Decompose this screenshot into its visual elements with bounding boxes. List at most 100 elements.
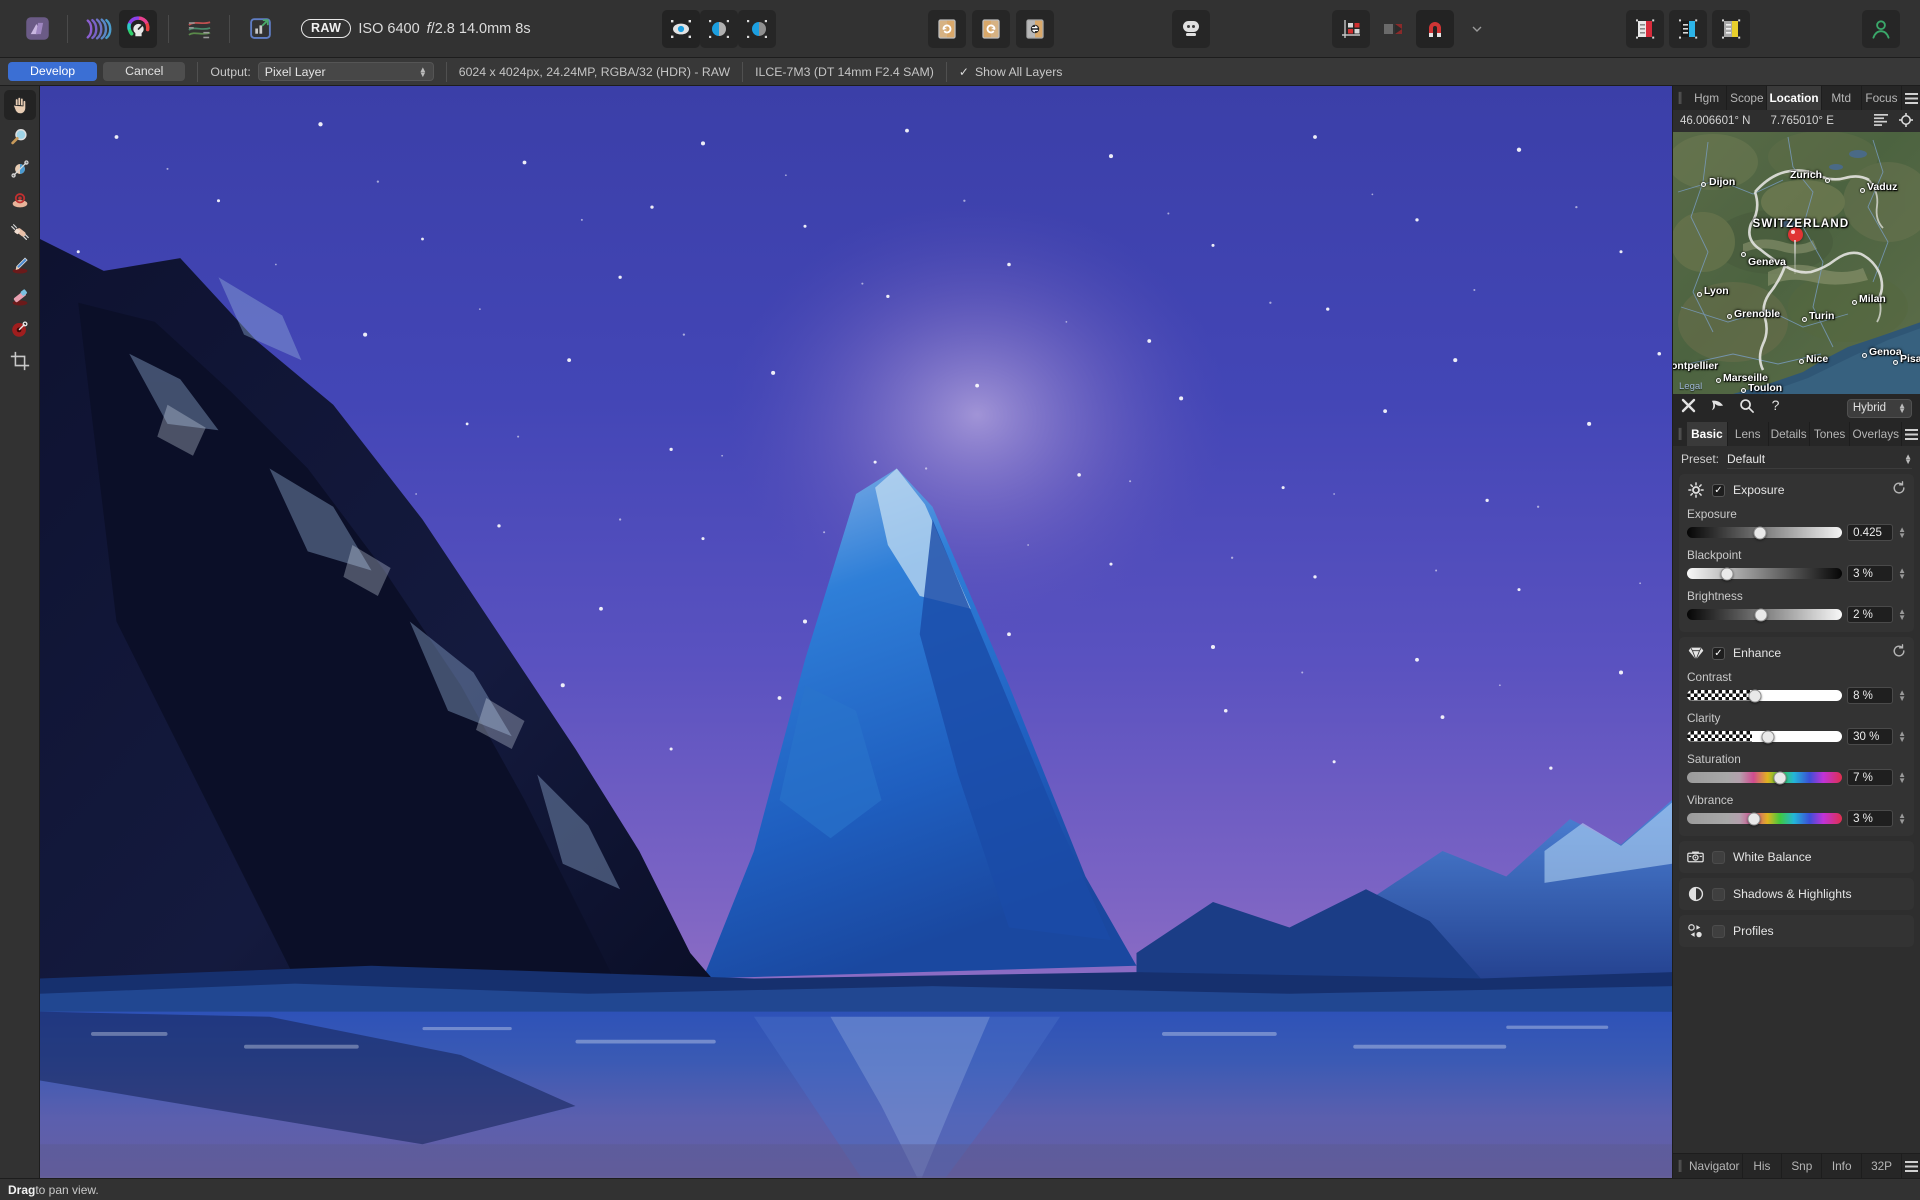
mirror-before-after-icon[interactable] bbox=[738, 10, 776, 48]
rotate-counterclockwise-icon[interactable] bbox=[972, 10, 1010, 48]
tab-lens[interactable]: Lens bbox=[1728, 422, 1769, 446]
slider-knob[interactable] bbox=[1721, 567, 1734, 580]
spinner-icon[interactable]: ▲▼ bbox=[1898, 690, 1906, 702]
location-map[interactable]: SWITZERLAND Dijon Zurich Vaduz Geneva Ly… bbox=[1673, 132, 1920, 394]
white-balance-enable-checkbox[interactable] bbox=[1712, 851, 1725, 864]
slider-knob[interactable] bbox=[1755, 608, 1768, 621]
tab-32p[interactable]: 32P bbox=[1862, 1154, 1902, 1178]
map-search-icon[interactable] bbox=[1739, 398, 1754, 418]
map-pin-tool-icon[interactable] bbox=[1710, 398, 1725, 418]
slider-knob[interactable] bbox=[1753, 526, 1766, 539]
develop-button[interactable]: Develop bbox=[8, 62, 97, 81]
shadows-highlights-enable-checkbox[interactable] bbox=[1712, 888, 1725, 901]
section-header[interactable]: ✓ Exposure bbox=[1687, 480, 1906, 500]
cancel-button[interactable]: Cancel bbox=[103, 62, 185, 81]
preset-select[interactable]: Default ▲▼ bbox=[1727, 449, 1912, 469]
slider-knob[interactable] bbox=[1774, 771, 1787, 784]
persona-tone-curve-icon[interactable] bbox=[180, 10, 218, 48]
spinner-icon[interactable]: ▲▼ bbox=[1898, 731, 1906, 743]
slider-knob[interactable] bbox=[1747, 812, 1760, 825]
exposure-enable-checkbox[interactable]: ✓ bbox=[1712, 484, 1725, 497]
rotate-clockwise-icon[interactable] bbox=[928, 10, 966, 48]
preview-eye-icon[interactable] bbox=[662, 10, 700, 48]
tab-overlays[interactable]: Overlays bbox=[1850, 422, 1902, 446]
map-legal-link[interactable]: Legal bbox=[1679, 381, 1702, 392]
output-select[interactable]: Pixel Layer ▲▼ bbox=[258, 62, 434, 81]
slider-value[interactable]: 3 % bbox=[1847, 565, 1893, 582]
tab-focus[interactable]: Focus bbox=[1862, 86, 1902, 110]
show-all-layers-checkbox[interactable]: ✓ Show All Layers bbox=[959, 65, 1063, 79]
tab-navigator[interactable]: Navigator bbox=[1687, 1154, 1743, 1178]
snapping-options-chevron-icon[interactable] bbox=[1458, 10, 1496, 48]
slider-value[interactable]: 0.425 bbox=[1847, 524, 1893, 541]
tab-tones[interactable]: Tones bbox=[1810, 422, 1851, 446]
slider-value[interactable]: 3 % bbox=[1847, 810, 1893, 827]
close-map-icon[interactable] bbox=[1681, 398, 1696, 418]
spinner-icon[interactable]: ▲▼ bbox=[1898, 813, 1906, 825]
slider-value[interactable]: 30 % bbox=[1847, 728, 1893, 745]
reset-icon[interactable] bbox=[1892, 481, 1906, 500]
tool-overlay-paint[interactable] bbox=[4, 250, 36, 280]
spinner-icon[interactable]: ▲▼ bbox=[1898, 568, 1906, 580]
slider-value[interactable]: 2 % bbox=[1847, 606, 1893, 623]
tab-hgm[interactable]: Hgm bbox=[1687, 86, 1727, 110]
tool-overlay-erase[interactable] bbox=[4, 282, 36, 312]
slider-track[interactable] bbox=[1687, 731, 1842, 742]
slider-track[interactable] bbox=[1687, 609, 1842, 620]
section-header[interactable]: ✓ Enhance bbox=[1687, 643, 1906, 663]
persona-liquify-icon[interactable] bbox=[79, 10, 117, 48]
assistant-robot-icon[interactable] bbox=[1172, 10, 1210, 48]
slider-track[interactable] bbox=[1687, 690, 1842, 701]
adjustments-list[interactable]: ✓ Exposure Exposure 0 bbox=[1673, 472, 1920, 1153]
spinner-icon[interactable]: ▲▼ bbox=[1898, 609, 1906, 621]
slider-track[interactable] bbox=[1687, 568, 1842, 579]
split-before-after-icon[interactable] bbox=[700, 10, 738, 48]
tool-white-balance[interactable] bbox=[4, 154, 36, 184]
affinity-logo-icon[interactable] bbox=[18, 10, 56, 48]
tab-info[interactable]: Info bbox=[1822, 1154, 1862, 1178]
slider-track[interactable] bbox=[1687, 772, 1842, 783]
persona-develop-icon[interactable] bbox=[119, 10, 157, 48]
tool-zoom[interactable] bbox=[4, 122, 36, 152]
flip-horizontal-icon[interactable] bbox=[1016, 10, 1054, 48]
tool-crop[interactable] bbox=[4, 346, 36, 376]
panel-grip-icon[interactable]: ║ bbox=[1673, 86, 1687, 110]
grid-snapping-icon[interactable] bbox=[1332, 10, 1370, 48]
locate-target-icon[interactable] bbox=[1899, 113, 1913, 130]
enhance-enable-checkbox[interactable]: ✓ bbox=[1712, 647, 1725, 660]
spinner-icon[interactable]: ▲▼ bbox=[1898, 527, 1906, 539]
panel-grip-icon[interactable]: ║ bbox=[1673, 422, 1687, 446]
tab-location[interactable]: Location bbox=[1767, 86, 1821, 110]
profiles-enable-checkbox[interactable] bbox=[1712, 925, 1725, 938]
slider-value[interactable]: 7 % bbox=[1847, 769, 1893, 786]
panel-menu-icon[interactable] bbox=[1902, 86, 1920, 110]
coordinate-format-icon[interactable] bbox=[1874, 114, 1888, 129]
slider-track[interactable] bbox=[1687, 813, 1842, 824]
reset-icon[interactable] bbox=[1892, 644, 1906, 663]
image-canvas[interactable] bbox=[40, 86, 1672, 1178]
tab-details[interactable]: Details bbox=[1769, 422, 1810, 446]
map-style-select[interactable]: Hybrid ▲▼ bbox=[1847, 399, 1912, 418]
slider-knob[interactable] bbox=[1761, 730, 1774, 743]
section-header[interactable]: Shadows & Highlights bbox=[1687, 884, 1906, 904]
slider-value[interactable]: 8 % bbox=[1847, 687, 1893, 704]
panel-grip-icon[interactable]: ║ bbox=[1673, 1154, 1687, 1178]
spinner-icon[interactable]: ▲▼ bbox=[1898, 772, 1906, 784]
slider-track[interactable] bbox=[1687, 527, 1842, 538]
map-help-icon[interactable]: ? bbox=[1768, 398, 1783, 418]
tool-blemish-removal[interactable] bbox=[4, 186, 36, 216]
section-header[interactable]: Profiles bbox=[1687, 921, 1906, 941]
tab-mtd[interactable]: Mtd bbox=[1822, 86, 1862, 110]
develop-panel-menu-icon[interactable] bbox=[1902, 422, 1920, 446]
user-account-icon[interactable] bbox=[1862, 10, 1900, 48]
magnet-snapping-icon[interactable] bbox=[1416, 10, 1454, 48]
bottom-panel-menu-icon[interactable] bbox=[1902, 1154, 1920, 1178]
section-header[interactable]: White Balance bbox=[1687, 847, 1906, 867]
blue-channel-panel-icon[interactable] bbox=[1669, 10, 1707, 48]
red-channel-panel-icon[interactable] bbox=[1626, 10, 1664, 48]
tool-inpainting[interactable] bbox=[4, 218, 36, 248]
tool-overlay-gradient[interactable] bbox=[4, 314, 36, 344]
tab-scope[interactable]: Scope bbox=[1727, 86, 1767, 110]
tool-hand[interactable] bbox=[4, 90, 36, 120]
tab-his[interactable]: His bbox=[1743, 1154, 1783, 1178]
